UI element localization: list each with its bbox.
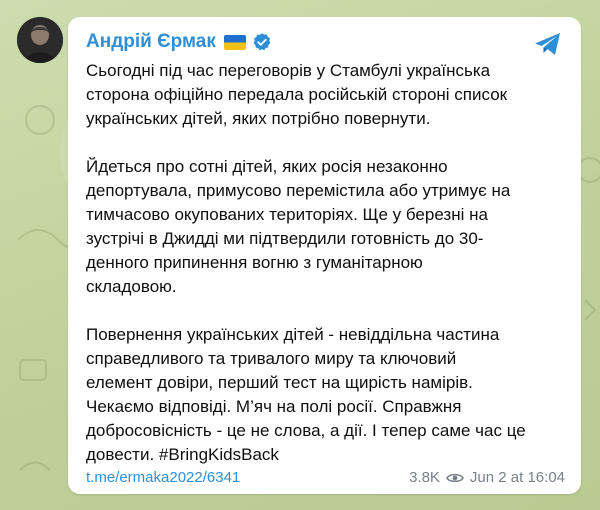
message-footer: t.me/ermaka2022/6341 3.8K Jun 2 at 16:04 [86, 467, 565, 487]
post-link[interactable]: t.me/ermaka2022/6341 [86, 469, 240, 486]
avatar[interactable] [17, 17, 63, 63]
post-meta: 3.8K Jun 2 at 16:04 [409, 469, 565, 486]
ukraine-flag-icon [223, 34, 246, 50]
author-name[interactable]: Андрій Єрмак [86, 29, 216, 55]
message-card: Андрій Єрмак Сьогодні під час переговорі… [68, 17, 581, 494]
post-date: Jun 2 at 16:04 [469, 468, 565, 486]
message-header: Андрій Єрмак [86, 29, 272, 55]
views-count: 3.8K [409, 468, 440, 486]
telegram-share-icon[interactable] [533, 31, 563, 57]
message-text: Сьогодні під час переговорів у Стамбулі … [86, 61, 526, 464]
verified-badge-icon [252, 32, 272, 52]
eye-icon [446, 471, 464, 483]
